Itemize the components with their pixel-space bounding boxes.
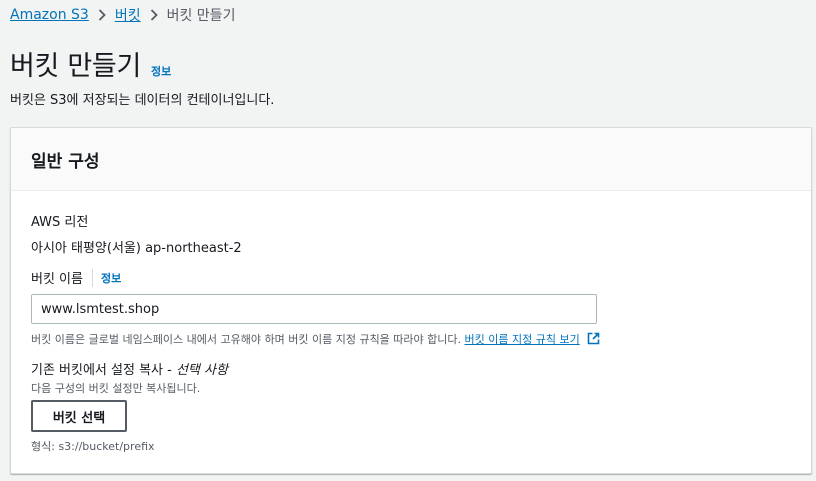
bucket-name-hint: 버킷 이름은 글로벌 네임스페이스 내에서 고유해야 하며 버킷 이름 지정 규… bbox=[31, 331, 600, 348]
region-label: AWS 리전 bbox=[31, 215, 89, 230]
bucket-format-hint: 형식: s3://bucket/prefix bbox=[31, 440, 155, 453]
copy-settings-description: 다음 구성의 버킷 설정만 복사됩니다. bbox=[31, 382, 201, 395]
panel-title: 일반 구성 bbox=[31, 151, 100, 172]
region-value: 아시아 태평양(서울) ap-northeast-2 bbox=[31, 241, 242, 256]
chevron-right-icon bbox=[98, 9, 106, 21]
page-description: 버킷은 S3에 저장되는 데이터의 컨테이너입니다. bbox=[10, 93, 275, 108]
bucket-name-label-row: 버킷 이름 정보 bbox=[31, 268, 121, 287]
copy-settings-label-text: 기존 버킷에서 설정 복사 - bbox=[31, 363, 176, 378]
breadcrumb-amazon-s3[interactable]: Amazon S3 bbox=[10, 7, 89, 23]
choose-bucket-button[interactable]: 버킷 선택 bbox=[31, 400, 127, 432]
bucket-name-info-link[interactable]: 정보 bbox=[101, 270, 121, 286]
bucket-name-label: 버킷 이름 bbox=[31, 272, 83, 287]
breadcrumb-buckets[interactable]: 버킷 bbox=[115, 5, 141, 25]
bucket-name-hint-text: 버킷 이름은 글로벌 네임스페이스 내에서 고유해야 하며 버킷 이름 지정 규… bbox=[31, 333, 462, 346]
breadcrumb: Amazon S3 버킷 버킷 만들기 bbox=[10, 5, 235, 25]
label-divider bbox=[91, 268, 93, 287]
copy-settings-label: 기존 버킷에서 설정 복사 - 선택 사항 bbox=[31, 359, 228, 378]
breadcrumb-current: 버킷 만들기 bbox=[166, 8, 236, 24]
copy-settings-optional: 선택 사항 bbox=[175, 363, 228, 378]
external-link-icon[interactable] bbox=[587, 332, 600, 348]
bucket-name-input[interactable] bbox=[31, 294, 597, 324]
bucket-naming-rules-link[interactable]: 버킷 이름 지정 규칙 보기 bbox=[465, 333, 580, 346]
panel-header: 일반 구성 bbox=[11, 128, 811, 191]
general-configuration-panel: 일반 구성 AWS 리전 아시아 태평양(서울) ap-northeast-2 … bbox=[10, 127, 812, 474]
page-info-link[interactable]: 정보 bbox=[151, 63, 171, 79]
chevron-right-icon bbox=[150, 9, 158, 21]
page-header: 버킷 만들기 정보 bbox=[10, 44, 171, 83]
page-title: 버킷 만들기 bbox=[10, 51, 141, 82]
